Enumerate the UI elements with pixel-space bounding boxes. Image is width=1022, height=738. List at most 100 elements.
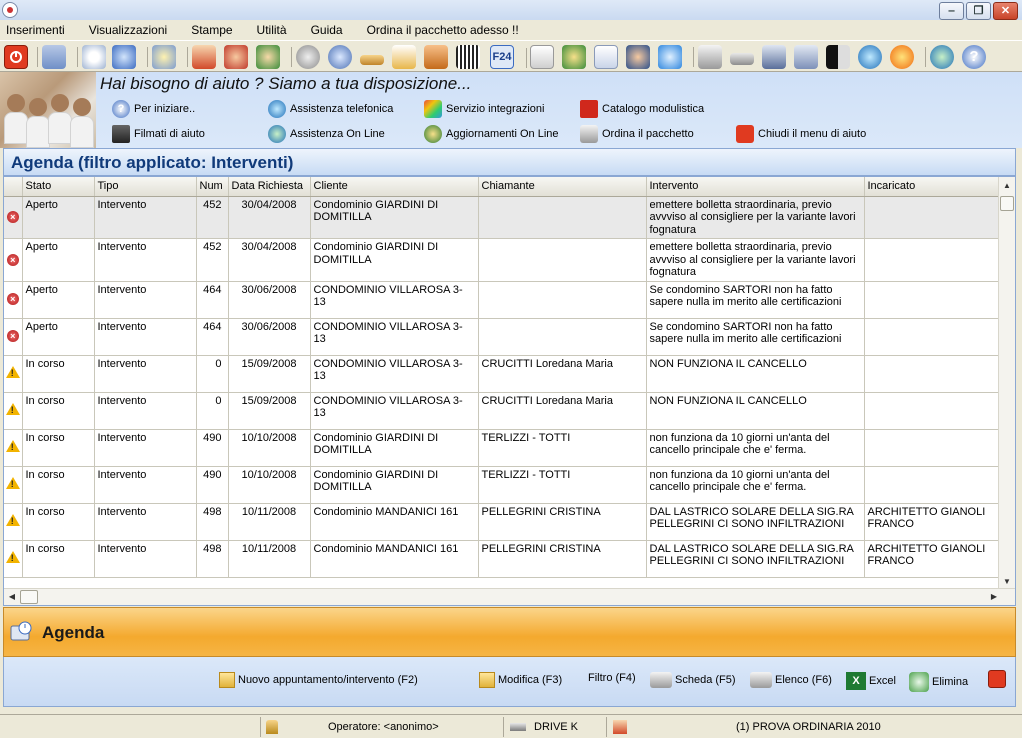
cell-incaricato bbox=[864, 196, 1000, 239]
column-header[interactable]: Intervento bbox=[646, 177, 865, 197]
cell-stato: Aperto bbox=[22, 196, 95, 239]
cell-data: 30/06/2008 bbox=[228, 281, 311, 319]
delete-button[interactable]: Elimina bbox=[909, 672, 968, 692]
pen-icon[interactable] bbox=[360, 55, 384, 65]
cell-data: 30/04/2008 bbox=[228, 238, 311, 282]
home-icon[interactable] bbox=[187, 45, 216, 69]
card-button[interactable]: Scheda (F5) bbox=[650, 672, 736, 688]
stamp-icon[interactable] bbox=[424, 45, 448, 69]
column-header[interactable]: Cliente bbox=[310, 177, 479, 197]
table-row[interactable]: In corsoIntervento015/09/2008CONDOMINIO … bbox=[4, 355, 1000, 393]
help-link-ordina-pacchetto[interactable]: Ordina il pacchetto bbox=[580, 125, 694, 143]
cell-stato: Aperto bbox=[22, 318, 95, 356]
menu-inserimenti[interactable]: Inserimenti bbox=[6, 23, 65, 37]
maximize-button[interactable]: ❐ bbox=[966, 2, 991, 20]
person-icon[interactable] bbox=[256, 45, 280, 69]
scroll-thumb[interactable] bbox=[20, 590, 38, 604]
scroll-up-icon[interactable]: ▲ bbox=[999, 177, 1015, 194]
pie-icon[interactable] bbox=[328, 45, 352, 69]
status-divider bbox=[260, 717, 261, 737]
help-link-per-iniziare[interactable]: ? Per iniziare.. bbox=[112, 100, 195, 118]
horizontal-scrollbar[interactable]: ◀ ▶ bbox=[4, 588, 1015, 605]
close-button[interactable]: ✕ bbox=[993, 2, 1018, 20]
table-row[interactable]: × Aperto Intervento 464 30/06/2008 CONDOMINIO… bbox=[4, 281, 1000, 319]
menu-visualizzazioni[interactable]: Visualizzazioni bbox=[89, 23, 168, 37]
search-icon[interactable] bbox=[147, 45, 176, 69]
user-transfer-icon[interactable] bbox=[626, 45, 650, 69]
list-button[interactable]: Elenco (F6) bbox=[750, 672, 832, 688]
filter-button[interactable]: Filtro (F4) bbox=[588, 672, 636, 684]
help-link-chiudi-menu[interactable]: Chiudi il menu di aiuto bbox=[736, 125, 866, 143]
table-row[interactable]: × Aperto Intervento 452 30/04/2008 Condominio… bbox=[4, 238, 1000, 282]
calculator-icon[interactable] bbox=[37, 45, 66, 69]
table-row[interactable]: In corsoIntervento49010/10/2008Condomini… bbox=[4, 466, 1000, 504]
cell-chiamante: TERLIZZI - TOTTI bbox=[478, 466, 647, 504]
drive-icon bbox=[510, 723, 526, 731]
quill-icon[interactable] bbox=[392, 45, 416, 69]
minimize-button[interactable]: ‒ bbox=[939, 2, 964, 20]
help-link-catalogo-modulistica[interactable]: Catalogo modulistica bbox=[580, 100, 704, 118]
barcode-icon[interactable] bbox=[456, 45, 480, 69]
recycle-bin-icon bbox=[909, 672, 929, 692]
cell-stato: In corso bbox=[22, 540, 95, 578]
people-icon[interactable] bbox=[224, 45, 248, 69]
sun-icon[interactable] bbox=[890, 45, 914, 69]
table-row[interactable]: In corsoIntervento49810/11/2008Condomini… bbox=[4, 540, 1000, 578]
column-header[interactable]: Num bbox=[196, 177, 229, 197]
column-header[interactable]: Data Richiesta bbox=[228, 177, 311, 197]
terminal-icon[interactable] bbox=[826, 45, 850, 69]
report-icon[interactable] bbox=[594, 45, 618, 69]
edit-button[interactable]: Modifica (F3) bbox=[479, 672, 562, 688]
table-row[interactable]: × Aperto Intervento 452 30/04/2008 Condominio… bbox=[4, 196, 1000, 239]
scroll-right-icon[interactable]: ▶ bbox=[986, 589, 1002, 605]
menu-ordina-pacchetto[interactable]: Ordina il pacchetto adesso !! bbox=[367, 23, 519, 37]
document-icon[interactable] bbox=[526, 45, 554, 69]
column-header[interactable]: Chiamante bbox=[478, 177, 647, 197]
table-row[interactable]: In corsoIntervento015/09/2008CONDOMINIO … bbox=[4, 392, 1000, 430]
agenda-icon[interactable] bbox=[77, 45, 106, 69]
globe-icon[interactable] bbox=[858, 45, 882, 69]
internet-icon[interactable] bbox=[925, 45, 954, 69]
scroll-left-icon[interactable]: ◀ bbox=[4, 589, 20, 605]
column-header[interactable]: Stato bbox=[22, 177, 95, 197]
cell-cliente: Condominio GIARDINI DI DOMITILLA bbox=[310, 466, 479, 504]
column-header-icon[interactable] bbox=[4, 177, 23, 197]
agenda-table: Stato Tipo Num Data Richiesta Cliente Ch… bbox=[4, 177, 1000, 578]
section-title: Agenda bbox=[42, 623, 105, 642]
help-link-label: Chiudi il menu di aiuto bbox=[758, 128, 867, 140]
menu-utilita[interactable]: Utilità bbox=[257, 23, 287, 37]
help-link-filmati[interactable]: Filmati di aiuto bbox=[112, 125, 205, 143]
sync-icon[interactable] bbox=[658, 45, 682, 69]
help-link-assistenza-telefonica[interactable]: Assistenza telefonica bbox=[268, 100, 393, 118]
network-icon[interactable] bbox=[762, 45, 786, 69]
new-appointment-button[interactable]: Nuovo appuntamento/intervento (F2) bbox=[219, 672, 418, 688]
close-panel-button[interactable] bbox=[988, 670, 1006, 688]
app-icon[interactable] bbox=[2, 2, 18, 18]
people-key-icon[interactable] bbox=[562, 45, 586, 69]
menu-stampe[interactable]: Stampe bbox=[191, 23, 232, 37]
menu-guida[interactable]: Guida bbox=[311, 23, 343, 37]
cell-num: 498 bbox=[196, 540, 229, 578]
printer-icon[interactable] bbox=[693, 45, 722, 69]
help-icon[interactable]: ? bbox=[962, 45, 986, 69]
calendar-clock-icon[interactable] bbox=[112, 45, 136, 69]
help-link-assistenza-online[interactable]: Assistenza On Line bbox=[268, 125, 385, 143]
table-row[interactable]: In corsoIntervento49810/11/2008Condomini… bbox=[4, 503, 1000, 541]
table-row[interactable]: × Aperto Intervento 464 30/06/2008 CONDOMINIO… bbox=[4, 318, 1000, 356]
f24-icon[interactable]: F24 bbox=[490, 45, 514, 69]
exit-icon[interactable] bbox=[4, 45, 28, 69]
scroll-thumb[interactable] bbox=[1000, 196, 1014, 211]
status-cell bbox=[4, 503, 23, 541]
vertical-scrollbar[interactable]: ▲ ▼ bbox=[998, 177, 1015, 590]
computer-icon[interactable] bbox=[794, 45, 818, 69]
help-link-servizio-integrazioni[interactable]: Servizio integrazioni bbox=[424, 100, 544, 118]
cell-chiamante: PELLEGRINI CRISTINA bbox=[478, 540, 647, 578]
column-header[interactable]: Incaricato bbox=[864, 177, 1000, 197]
help-link-aggiornamenti[interactable]: Aggiornamenti On Line bbox=[424, 125, 559, 143]
table-row[interactable]: In corsoIntervento49010/10/2008Condomini… bbox=[4, 429, 1000, 467]
column-header[interactable]: Tipo bbox=[94, 177, 197, 197]
disk-icon[interactable] bbox=[291, 45, 320, 69]
scanner-icon[interactable] bbox=[730, 53, 754, 65]
cell-num: 452 bbox=[196, 238, 229, 282]
excel-button[interactable]: X Excel bbox=[846, 672, 896, 690]
